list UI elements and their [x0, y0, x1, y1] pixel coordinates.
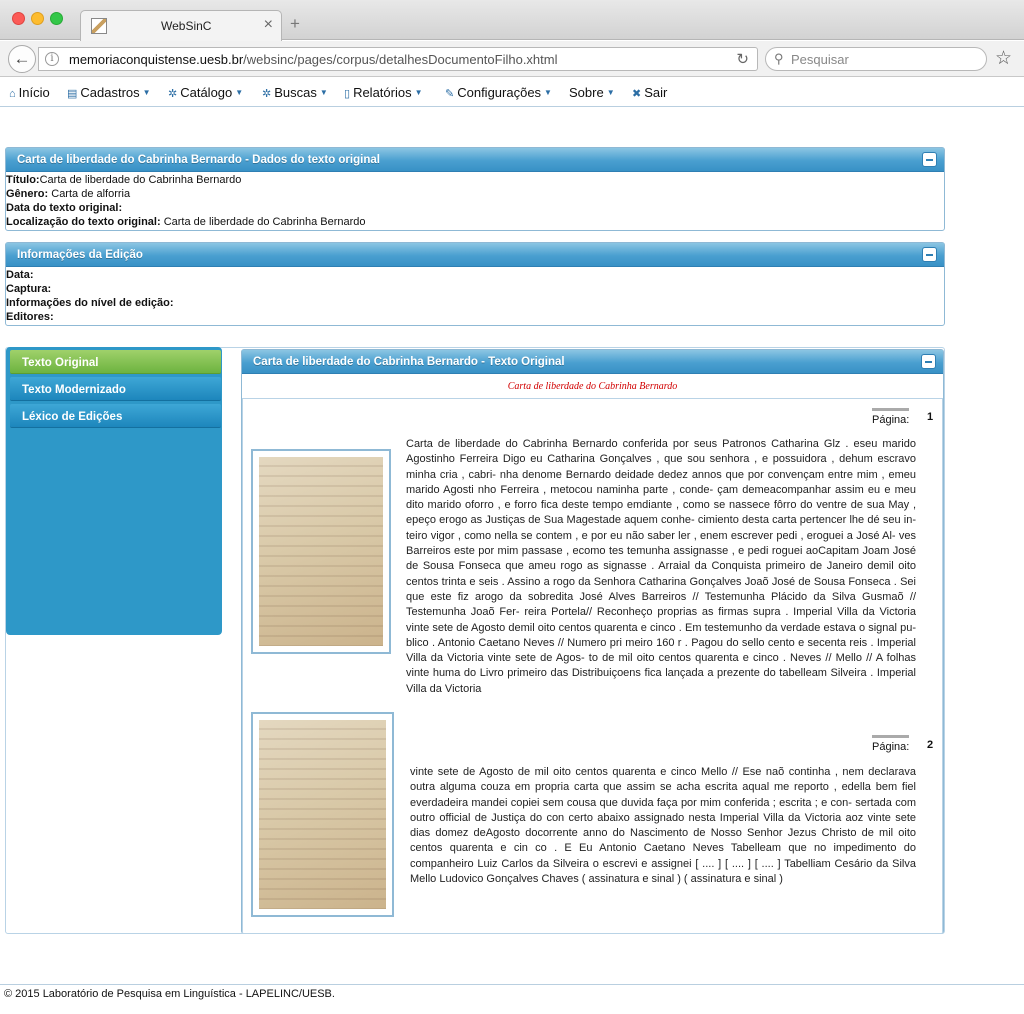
captura-field: Captura:	[6, 283, 52, 295]
search-input[interactable]: ⚲ Pesquisar	[765, 47, 987, 71]
panel-title: Informações da Edição	[17, 249, 143, 261]
menu-label: Relatórios	[353, 85, 412, 100]
panel-title: Carta de liberdade do Cabrinha Bernardo …	[17, 154, 380, 166]
close-icon: ✖	[632, 88, 642, 100]
original-text-panel: Carta de liberdade do Cabrinha Bernardo …	[241, 349, 944, 934]
sidebar: Texto Original Texto Modernizado Léxico …	[6, 347, 222, 635]
menu-label: Buscas	[274, 85, 317, 100]
data-texto-field: Data do texto original:	[6, 202, 123, 214]
menu-label: Sobre	[569, 85, 604, 100]
caret-down-icon: ▼	[606, 88, 615, 97]
menu-item-sobre[interactable]: Sobre ▼	[569, 85, 615, 100]
favicon-icon	[91, 18, 107, 34]
back-button[interactable]: ←	[8, 45, 36, 73]
titulo-field: Título:Carta de liberdade do Cabrinha Be…	[6, 174, 242, 186]
menu-label: Catálogo	[180, 85, 233, 100]
menu-item-cadastros[interactable]: ▤ Cadastros ▼	[67, 85, 151, 100]
search-icon: ⚲	[774, 51, 784, 66]
panel-header[interactable]: Carta de liberdade do Cabrinha Bernardo …	[6, 148, 944, 172]
panel-header[interactable]: Informações da Edição	[6, 243, 944, 267]
tab-title: WebSinC	[161, 19, 212, 33]
menu-label: Início	[18, 85, 50, 100]
nivel-edicao-field: Informações do nível de edição:	[6, 297, 174, 309]
menu-item-sair[interactable]: ✖ Sair	[632, 85, 667, 100]
menu-item-relatorios[interactable]: ▯ Relatórios ▼	[344, 85, 423, 100]
page-text: Carta de liberdade do Cabrinha Bernardo …	[406, 438, 916, 695]
localizacao-field: Localização do texto original: Carta de …	[6, 216, 366, 228]
menu-item-configuracoes[interactable]: ✎ Configurações ▼	[445, 85, 552, 100]
manuscript-image	[259, 457, 383, 646]
data-field: Data:	[6, 269, 34, 281]
panel-header[interactable]: Carta de liberdade do Cabrinha Bernardo …	[242, 350, 943, 374]
wrench-icon: ✎	[445, 88, 455, 100]
browser-navbar: ← i memoriaconquistense.uesb.br/websinc/…	[0, 41, 1024, 77]
document-title-link[interactable]: Carta de liberdade do Cabrinha Bernardo	[242, 381, 943, 392]
footer-divider	[0, 984, 1024, 985]
browser-tab[interactable]: WebSinC ×	[80, 10, 282, 41]
caret-down-icon: ▼	[544, 88, 552, 97]
menu-item-inicio[interactable]: ⌂ Início	[9, 85, 50, 100]
original-data-panel: Carta de liberdade do Cabrinha Bernardo …	[5, 147, 945, 231]
genero-field: Gênero: Carta de alforria	[6, 188, 131, 200]
document-icon: ▯	[344, 88, 351, 100]
caret-down-icon: ▼	[142, 88, 151, 97]
close-window-button[interactable]	[12, 12, 25, 25]
sidebar-item-texto-original[interactable]: Texto Original	[10, 350, 221, 374]
manuscript-image	[259, 720, 386, 909]
menu-item-buscas[interactable]: ✲ Buscas ▼	[262, 85, 328, 100]
pages-frame: Página: 1 Carta de liberdade do Cabrinha…	[242, 398, 943, 934]
page-scan-thumbnail[interactable]	[251, 712, 394, 917]
reload-icon[interactable]: ↻	[736, 50, 749, 68]
page-label: Página:	[872, 735, 910, 753]
editores-field: Editores:	[6, 311, 54, 323]
bookmark-star-icon[interactable]: ☆	[995, 47, 1012, 70]
maximize-window-button[interactable]	[50, 12, 63, 25]
new-tab-icon[interactable]: +	[290, 14, 300, 34]
page-number: 1	[927, 411, 934, 423]
menu-item-catalogo[interactable]: ✲ Catálogo ▼	[168, 85, 243, 100]
table-icon: ▤	[67, 88, 78, 100]
page-number: 2	[927, 739, 934, 751]
menu-label: Cadastros	[80, 85, 140, 100]
footer-copyright: © 2015 Laboratório de Pesquisa em Linguí…	[4, 988, 335, 1000]
close-tab-icon[interactable]: ×	[264, 16, 273, 34]
site-menubar: ⌂ Início ▤ Cadastros ▼ ✲ Catálogo ▼ ✲ Buscas ▼ …	[0, 80, 1024, 107]
collapse-icon[interactable]	[922, 152, 937, 167]
url-text[interactable]: memoriaconquistense.uesb.br/websinc/page…	[69, 52, 558, 67]
page-text: vinte sete de Agosto de mil oito centos …	[410, 766, 916, 886]
caret-down-icon: ▼	[319, 88, 328, 97]
collapse-icon[interactable]	[921, 354, 936, 369]
sidebar-item-texto-modernizado[interactable]: Texto Modernizado	[10, 377, 221, 401]
address-bar[interactable]: i memoriaconquistense.uesb.br/websinc/pa…	[38, 47, 758, 71]
caret-down-icon: ▼	[235, 88, 244, 97]
panel-title: Carta de liberdade do Cabrinha Bernardo …	[253, 356, 565, 368]
gear-icon: ✲	[262, 88, 272, 100]
gear-icon: ✲	[168, 88, 178, 100]
browser-titlebar: WebSinC × +	[0, 0, 1024, 41]
collapse-icon[interactable]	[922, 247, 937, 262]
edition-info-panel: Informações da Edição Data: Captura: Inf…	[5, 242, 945, 326]
page-scan-thumbnail[interactable]	[251, 449, 391, 654]
menu-label: Configurações	[457, 85, 542, 100]
minimize-window-button[interactable]	[31, 12, 44, 25]
home-icon: ⌂	[9, 88, 16, 100]
info-icon[interactable]: i	[45, 52, 59, 66]
sidebar-item-lexico-edicoes[interactable]: Léxico de Edições	[10, 404, 221, 428]
menu-label: Sair	[644, 85, 668, 100]
page-label: Página:	[872, 408, 910, 426]
search-placeholder: Pesquisar	[791, 52, 849, 67]
caret-down-icon: ▼	[414, 88, 423, 97]
